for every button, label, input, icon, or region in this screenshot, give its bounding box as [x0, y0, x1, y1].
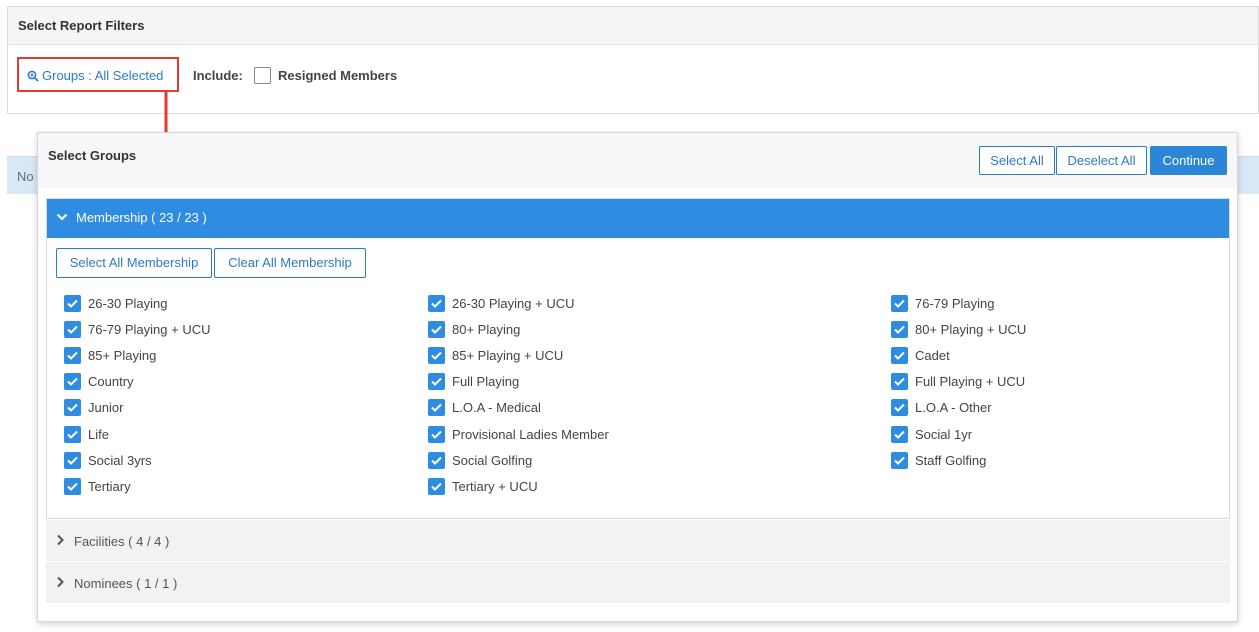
checkbox-checked-icon[interactable] [891, 451, 908, 469]
membership-item-label: Full Playing + UCU [915, 373, 1026, 389]
popup-header: Select Groups Select All Deselect All Co… [38, 133, 1237, 188]
membership-section-header[interactable]: Membership ( 23 / 23 ) [47, 199, 1229, 238]
checkbox-checked-icon[interactable] [64, 346, 81, 364]
checkbox-checked-icon[interactable] [428, 477, 445, 495]
membership-item-label: Life [88, 426, 109, 442]
deselect-all-button[interactable]: Deselect All [1056, 146, 1147, 175]
checkbox-checked-icon[interactable] [64, 398, 81, 416]
nominees-header-label: Nominees ( 1 / 1 ) [74, 576, 178, 591]
membership-item[interactable]: Full Playing + UCU [891, 371, 1025, 391]
membership-item-label: 76-79 Playing [915, 295, 995, 311]
checkbox-checked-icon[interactable] [891, 294, 908, 312]
membership-item[interactable]: Social 3yrs [64, 450, 152, 470]
select-all-membership-button[interactable]: Select All Membership [56, 248, 212, 278]
checkbox-checked-icon[interactable] [891, 398, 908, 416]
filters-title: Select Report Filters [8, 7, 1258, 45]
checkbox-checked-icon[interactable] [428, 346, 445, 364]
membership-item-label: L.O.A - Other [915, 399, 992, 415]
resigned-members-checkbox[interactable] [254, 67, 271, 84]
chevron-down-icon [56, 210, 68, 225]
checkbox-checked-icon[interactable] [64, 372, 81, 390]
annotation-highlight-box [17, 57, 179, 92]
checkbox-checked-icon[interactable] [64, 451, 81, 469]
facilities-header-label: Facilities ( 4 / 4 ) [74, 534, 170, 549]
filters-row: Groups : All Selected Include: Resigned … [8, 45, 1258, 113]
membership-item[interactable]: L.O.A - Medical [428, 397, 541, 417]
membership-item-label: 80+ Playing + UCU [915, 321, 1027, 337]
nominees-section-header[interactable]: Nominees ( 1 / 1 ) [46, 562, 1230, 603]
membership-item[interactable]: Full Playing [428, 371, 519, 391]
checkbox-checked-icon[interactable] [428, 372, 445, 390]
membership-item[interactable]: 85+ Playing [64, 345, 156, 365]
membership-item-label: 26-30 Playing [88, 295, 168, 311]
checkbox-checked-icon[interactable] [891, 425, 908, 443]
membership-item[interactable]: Tertiary + UCU [428, 476, 538, 496]
chevron-right-icon [56, 576, 64, 591]
checkbox-checked-icon[interactable] [891, 346, 908, 364]
membership-item[interactable]: L.O.A - Other [891, 397, 992, 417]
membership-item[interactable]: Tertiary [64, 476, 131, 496]
checkbox-checked-icon[interactable] [64, 477, 81, 495]
checkbox-checked-icon[interactable] [428, 451, 445, 469]
membership-item-label: 85+ Playing [88, 347, 157, 363]
membership-item-label: 26-30 Playing + UCU [452, 295, 575, 311]
checkbox-checked-icon[interactable] [428, 398, 445, 416]
membership-item[interactable]: 26-30 Playing [64, 293, 168, 313]
membership-item-label: 85+ Playing + UCU [452, 347, 564, 363]
select-groups-popup: Select Groups Select All Deselect All Co… [37, 132, 1238, 622]
chevron-right-icon [56, 534, 64, 549]
membership-item[interactable]: 76-79 Playing [891, 293, 995, 313]
membership-item[interactable]: 80+ Playing [428, 319, 520, 339]
membership-item[interactable]: 80+ Playing + UCU [891, 319, 1026, 339]
checkbox-checked-icon[interactable] [891, 372, 908, 390]
membership-item-label: Social 3yrs [88, 452, 152, 468]
membership-item-label: 80+ Playing [452, 321, 521, 337]
membership-item[interactable]: Country [64, 371, 134, 391]
membership-item-label: Social 1yr [915, 426, 973, 442]
membership-item[interactable]: Cadet [891, 345, 950, 365]
include-label: Include: [193, 68, 243, 83]
facilities-section-header[interactable]: Facilities ( 4 / 4 ) [46, 520, 1230, 561]
clear-all-membership-button[interactable]: Clear All Membership [214, 248, 366, 278]
results-message: No [17, 169, 34, 184]
membership-item[interactable]: Social 1yr [891, 424, 972, 444]
continue-button[interactable]: Continue [1150, 146, 1227, 175]
checkbox-checked-icon[interactable] [64, 425, 81, 443]
membership-item-label: Cadet [915, 347, 950, 363]
membership-item-label: 76-79 Playing + UCU [88, 321, 211, 337]
checkbox-checked-icon[interactable] [428, 320, 445, 338]
membership-item[interactable]: Social Golfing [428, 450, 532, 470]
membership-item-label: Staff Golfing [915, 452, 987, 468]
checkbox-checked-icon[interactable] [64, 294, 81, 312]
membership-header-label: Membership ( 23 / 23 ) [76, 210, 207, 225]
report-filters-panel: Select Report Filters Groups : All Selec… [7, 6, 1259, 114]
membership-item-label: Tertiary + UCU [452, 478, 538, 494]
membership-item[interactable]: Junior [64, 397, 123, 417]
membership-item-label: Full Playing [452, 373, 520, 389]
membership-item-label: Tertiary [88, 478, 131, 494]
membership-item-label: Social Golfing [452, 452, 533, 468]
membership-item-label: Country [88, 373, 134, 389]
membership-item[interactable]: Life [64, 424, 109, 444]
checkbox-checked-icon[interactable] [64, 320, 81, 338]
checkbox-checked-icon[interactable] [891, 320, 908, 338]
membership-item[interactable]: Provisional Ladies Member [428, 424, 609, 444]
checkbox-checked-icon[interactable] [428, 425, 445, 443]
membership-item[interactable]: 26-30 Playing + UCU [428, 293, 574, 313]
resigned-members-label: Resigned Members [278, 68, 398, 83]
membership-item-label: Provisional Ladies Member [452, 426, 609, 442]
membership-section: Membership ( 23 / 23 ) Select All Member… [46, 198, 1230, 519]
membership-item[interactable]: 85+ Playing + UCU [428, 345, 563, 365]
popup-title: Select Groups [48, 148, 137, 163]
membership-item[interactable]: Staff Golfing [891, 450, 986, 470]
membership-item[interactable]: 76-79 Playing + UCU [64, 319, 210, 339]
membership-item-label: Junior [88, 399, 124, 415]
checkbox-checked-icon[interactable] [428, 294, 445, 312]
select-all-button[interactable]: Select All [979, 146, 1055, 175]
membership-item-label: L.O.A - Medical [452, 399, 541, 415]
